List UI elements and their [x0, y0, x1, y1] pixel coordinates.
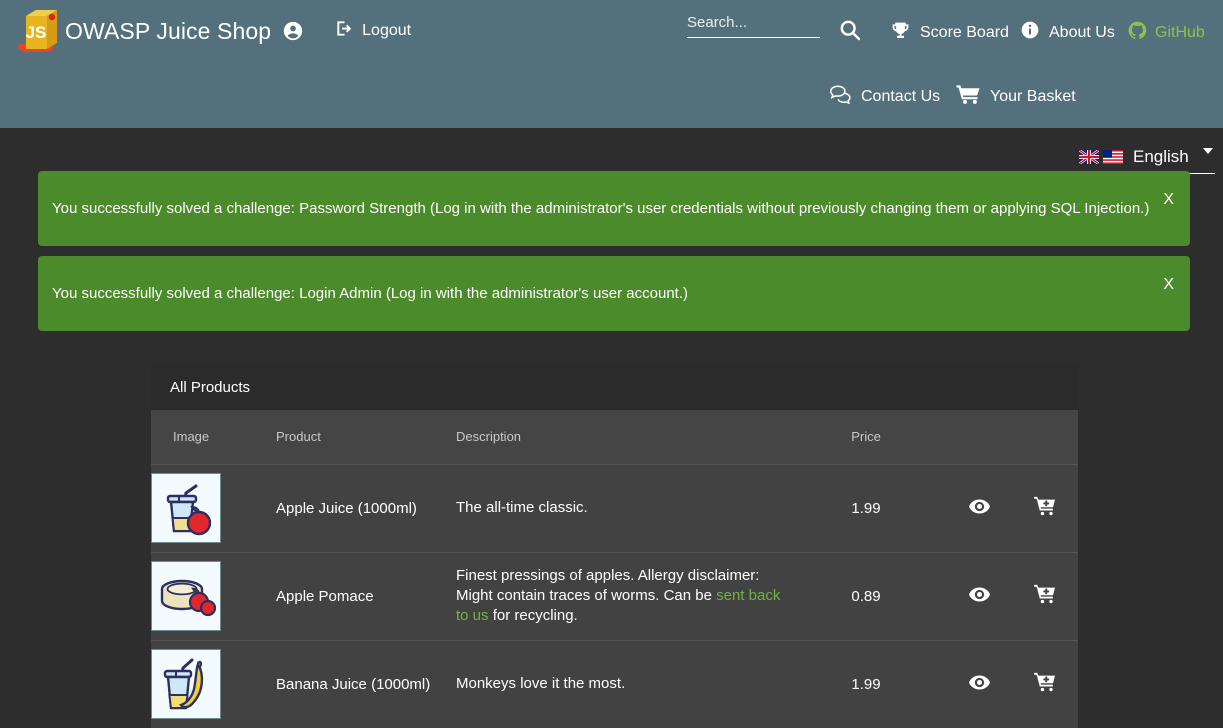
nav-label-your-basket: Your Basket [990, 88, 1076, 106]
page-title: All Products [170, 379, 250, 396]
account-circle-icon[interactable] [282, 20, 304, 42]
product-basket-cell [1012, 640, 1078, 728]
column-header-image: Image [151, 410, 276, 464]
info-circle-icon [1020, 20, 1040, 45]
product-view-cell [946, 464, 1012, 552]
shopping-cart-icon [956, 83, 981, 110]
header-row-secondary: Contact Us Your Basket [0, 62, 1223, 128]
description-suffix: for recycling. [489, 607, 578, 624]
product-price: 0.89 [786, 552, 946, 640]
banana-juice-cup-icon[interactable] [151, 649, 221, 719]
column-header-price: Price [786, 410, 946, 464]
close-icon[interactable]: X [1163, 190, 1174, 210]
apple-juice-cup-icon[interactable] [151, 473, 221, 543]
product-card: All Products Image Product Description P… [151, 365, 1078, 728]
apple-pomace-icon[interactable] [151, 561, 221, 631]
description-prefix: Finest pressings of apples. Allergy disc… [456, 567, 759, 604]
svg-text:JS: JS [26, 23, 47, 42]
nav-label-contact-us: Contact Us [861, 88, 940, 106]
product-price: 1.99 [786, 640, 946, 728]
nav-link-score-board[interactable]: Score Board [890, 20, 1009, 46]
search-input[interactable] [687, 14, 820, 38]
table-row: Apple Pomace Finest pressings of apples.… [151, 552, 1078, 640]
product-table: Image Product Description Price [151, 410, 1078, 728]
search-group [687, 14, 820, 38]
nav-link-about-us[interactable]: About Us [1020, 20, 1115, 45]
comments-icon [829, 84, 852, 109]
description-prefix: Monkeys love it the most. [456, 675, 625, 692]
table-header-row: Image Product Description Price [151, 410, 1078, 464]
column-header-description: Description [456, 410, 786, 464]
nav-label-about-us: About Us [1049, 24, 1115, 42]
description-prefix: The all-time classic. [456, 499, 588, 516]
product-price: 1.99 [786, 464, 946, 552]
product-name: Apple Juice (1000ml) [276, 464, 456, 552]
product-table-body: Apple Juice (1000ml) The all-time classi… [151, 464, 1078, 728]
column-header-product: Product [276, 410, 456, 464]
logout-button[interactable]: Logout [335, 19, 411, 43]
product-view-cell [946, 552, 1012, 640]
brand-block: JS OWASP Juice Shop Logout [14, 3, 411, 59]
table-row: Banana Juice (1000ml) Monkeys love it th… [151, 640, 1078, 728]
nav-link-contact-us[interactable]: Contact Us [829, 84, 940, 109]
logout-icon [335, 19, 354, 43]
cart-plus-icon[interactable] [1034, 584, 1056, 604]
nav-label-github: GitHub [1155, 24, 1205, 42]
eye-icon[interactable] [969, 499, 990, 514]
eye-icon[interactable] [969, 675, 990, 690]
close-icon[interactable]: X [1163, 275, 1174, 295]
product-image-cell [151, 640, 276, 728]
product-basket-cell [1012, 464, 1078, 552]
product-image-cell [151, 552, 276, 640]
notification-banner: You successfully solved a challenge: Log… [38, 256, 1190, 331]
column-header-basket [1012, 410, 1078, 464]
nav-link-your-basket[interactable]: Your Basket [956, 83, 1076, 110]
brand-title: OWASP Juice Shop [65, 18, 271, 45]
nav-label-score-board: Score Board [920, 24, 1009, 42]
search-icon[interactable] [838, 18, 862, 47]
product-description: Finest pressings of apples. Allergy disc… [456, 552, 786, 640]
notification-text: You successfully solved a challenge: Pas… [38, 199, 1149, 219]
github-icon [1127, 20, 1148, 46]
cart-plus-icon[interactable] [1034, 496, 1056, 516]
product-name: Banana Juice (1000ml) [276, 640, 456, 728]
notification-text: You successfully solved a challenge: Log… [38, 284, 688, 304]
nav-link-github[interactable]: GitHub [1127, 20, 1205, 46]
column-header-view [946, 410, 1012, 464]
product-basket-cell [1012, 552, 1078, 640]
eye-icon[interactable] [969, 587, 990, 602]
juice-box-logo-icon[interactable]: JS [14, 5, 60, 57]
product-description: The all-time classic. [456, 464, 786, 552]
product-table-head: Image Product Description Price [151, 410, 1078, 464]
cart-plus-icon[interactable] [1034, 672, 1056, 692]
trophy-icon [890, 20, 911, 46]
product-card-header: All Products [151, 365, 1078, 410]
table-row: Apple Juice (1000ml) The all-time classi… [151, 464, 1078, 552]
header-row-primary: JS OWASP Juice Shop Logout [0, 0, 1223, 62]
product-image-cell [151, 464, 276, 552]
product-name: Apple Pomace [276, 552, 456, 640]
notification-banner: You successfully solved a challenge: Pas… [38, 171, 1190, 246]
app-header: JS OWASP Juice Shop Logout [0, 0, 1223, 128]
notification-area: You successfully solved a challenge: Pas… [0, 128, 1223, 331]
logout-label: Logout [362, 22, 411, 40]
product-description: Monkeys love it the most. [456, 640, 786, 728]
product-view-cell [946, 640, 1012, 728]
